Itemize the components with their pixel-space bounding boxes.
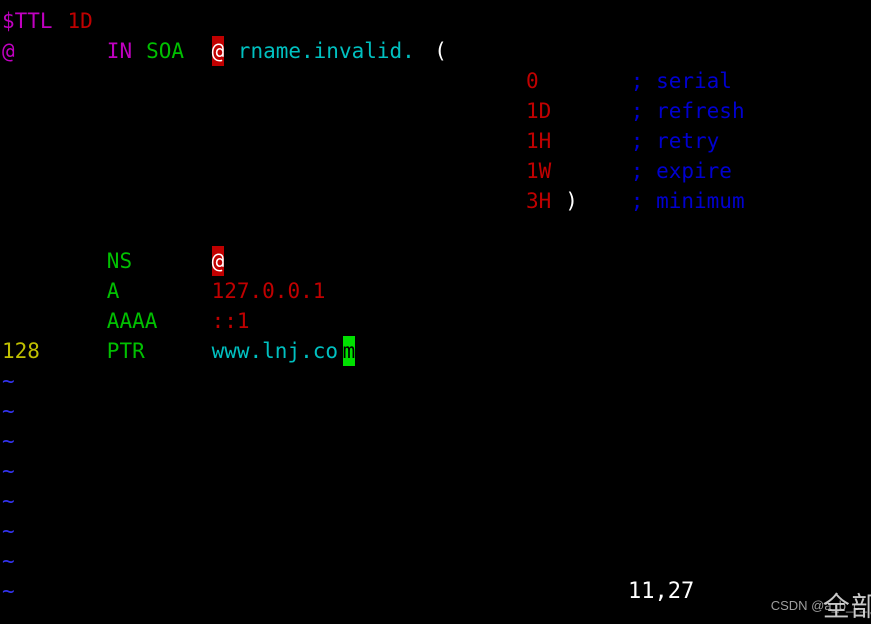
code-token: IN — [106, 39, 133, 63]
comment-token: ; refresh — [630, 99, 745, 123]
filler-tilde: ~ — [2, 399, 15, 423]
filler-tilde: ~ — [2, 579, 15, 603]
highlighted-token: @ — [211, 246, 225, 276]
code-token: 1D — [67, 9, 93, 33]
comment-token: ; serial — [630, 69, 732, 93]
code-token: ( — [434, 39, 447, 63]
highlighted-token: @ — [211, 36, 225, 66]
code-token: 1H — [526, 129, 552, 153]
filler-tilde: ~ — [2, 489, 15, 513]
code-token: @ — [2, 39, 15, 63]
csdn-watermark: CSDN @a_b_c_ 全部 — [771, 592, 871, 623]
code-token: A — [106, 279, 120, 303]
filler-tilde: ~ — [2, 369, 15, 393]
filler-tilde: ~ — [2, 519, 15, 543]
code-token: NS — [106, 249, 133, 273]
code-token: 1D — [526, 99, 552, 123]
code-token: ::1 — [211, 309, 250, 333]
code-token: SOA — [146, 39, 185, 63]
terminal-window: $TTL 1D @ IN SOA @ rname.invalid. (0 ; serial 1D;… — [0, 0, 871, 623]
code-token: AAAA — [106, 309, 158, 333]
filler-tilde: ~ — [2, 459, 15, 483]
code-token: PTR — [106, 339, 145, 363]
text-cursor: m — [342, 336, 356, 366]
code-token: ) — [565, 189, 578, 213]
code-token: 127.0.0.1 — [211, 279, 326, 303]
code-token: www.lnj.co — [211, 339, 339, 363]
watermark-overlay-text: 全部 — [822, 592, 871, 623]
code-token: 0 — [526, 69, 539, 93]
code-token: 1W — [526, 159, 552, 183]
code-token: 3H — [526, 189, 552, 213]
comment-token: ; expire — [630, 159, 732, 183]
comment-token: ; minimum — [630, 189, 745, 213]
code-token: rname.invalid. — [237, 39, 415, 63]
comment-token: ; retry — [630, 129, 720, 153]
status-ruler: 11,27 — [628, 579, 695, 604]
code-token: 128 — [2, 339, 40, 363]
filler-tilde: ~ — [2, 429, 15, 453]
code-token: $TTL — [2, 9, 53, 33]
filler-tilde: ~ — [2, 549, 15, 573]
